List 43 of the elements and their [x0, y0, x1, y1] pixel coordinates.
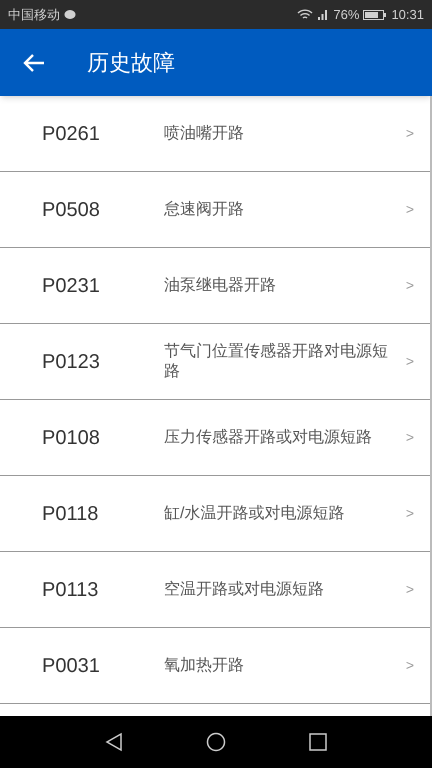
carrier-label: 中国移动	[8, 6, 60, 24]
fault-code: P0118	[42, 502, 100, 526]
fault-code: P0123	[42, 350, 101, 374]
fault-code: P0108	[42, 426, 101, 450]
back-triangle-icon[interactable]	[105, 732, 124, 752]
battery-percent: 76%	[333, 6, 360, 24]
fault-description: 节气门位置传感器开路对电源短路	[164, 342, 389, 382]
chevron: >	[406, 428, 414, 447]
fault-row[interactable]: P0113 空温开路或对电源短路 >	[0, 552, 430, 628]
fault-code: P0031	[42, 654, 101, 678]
fault-row[interactable]: P0231 油泵继电器开路 >	[0, 248, 430, 324]
fault-row[interactable]: P0123 节气门位置传感器开路对电源短路 >	[0, 324, 430, 400]
fault-row[interactable]: P0508 怠速阀开路 >	[0, 172, 430, 248]
fault-code: P0508	[42, 198, 101, 222]
fault-row[interactable]: P0031 氧加热开路 >	[0, 628, 430, 704]
fault-row[interactable]: P0118 缸/水温开路或对电源短路 >	[0, 476, 430, 552]
chevron: >	[406, 200, 414, 219]
chevron: >	[406, 124, 414, 143]
fault-description: 压力传感器开路或对电源短路	[164, 428, 373, 448]
fault-description: 空温开路或对电源短路	[164, 580, 325, 600]
signal-icon	[317, 8, 330, 20]
fault-description: 油泵继电器开路	[164, 276, 277, 296]
clock: 10:31	[391, 6, 424, 24]
home-circle-icon[interactable]	[206, 732, 226, 752]
fault-description: 喷油嘴开路	[164, 124, 245, 144]
fault-description: 缸/水温开路或对电源短路	[164, 504, 346, 524]
back-arrow-icon	[23, 52, 45, 72]
fault-row[interactable]: P0261 喷油嘴开路 >	[0, 96, 430, 172]
fault-row[interactable]: P0108 压力传感器开路或对电源短路 >	[0, 400, 430, 476]
fault-code: P0261	[42, 122, 101, 146]
fault-code: P0231	[42, 274, 101, 298]
fault-description: 氧加热开路	[164, 656, 245, 676]
chevron: >	[406, 504, 414, 523]
page-title: 历史故障	[87, 49, 175, 77]
fault-description: 怠速阀开路	[164, 200, 245, 220]
chevron: >	[406, 276, 414, 295]
battery-icon	[363, 8, 388, 20]
recents-square-icon[interactable]	[308, 733, 327, 751]
wifi-icon	[297, 8, 314, 20]
fault-code: P0113	[42, 578, 100, 602]
chevron: >	[406, 352, 414, 371]
chevron: >	[406, 580, 414, 599]
chevron: >	[406, 656, 414, 675]
